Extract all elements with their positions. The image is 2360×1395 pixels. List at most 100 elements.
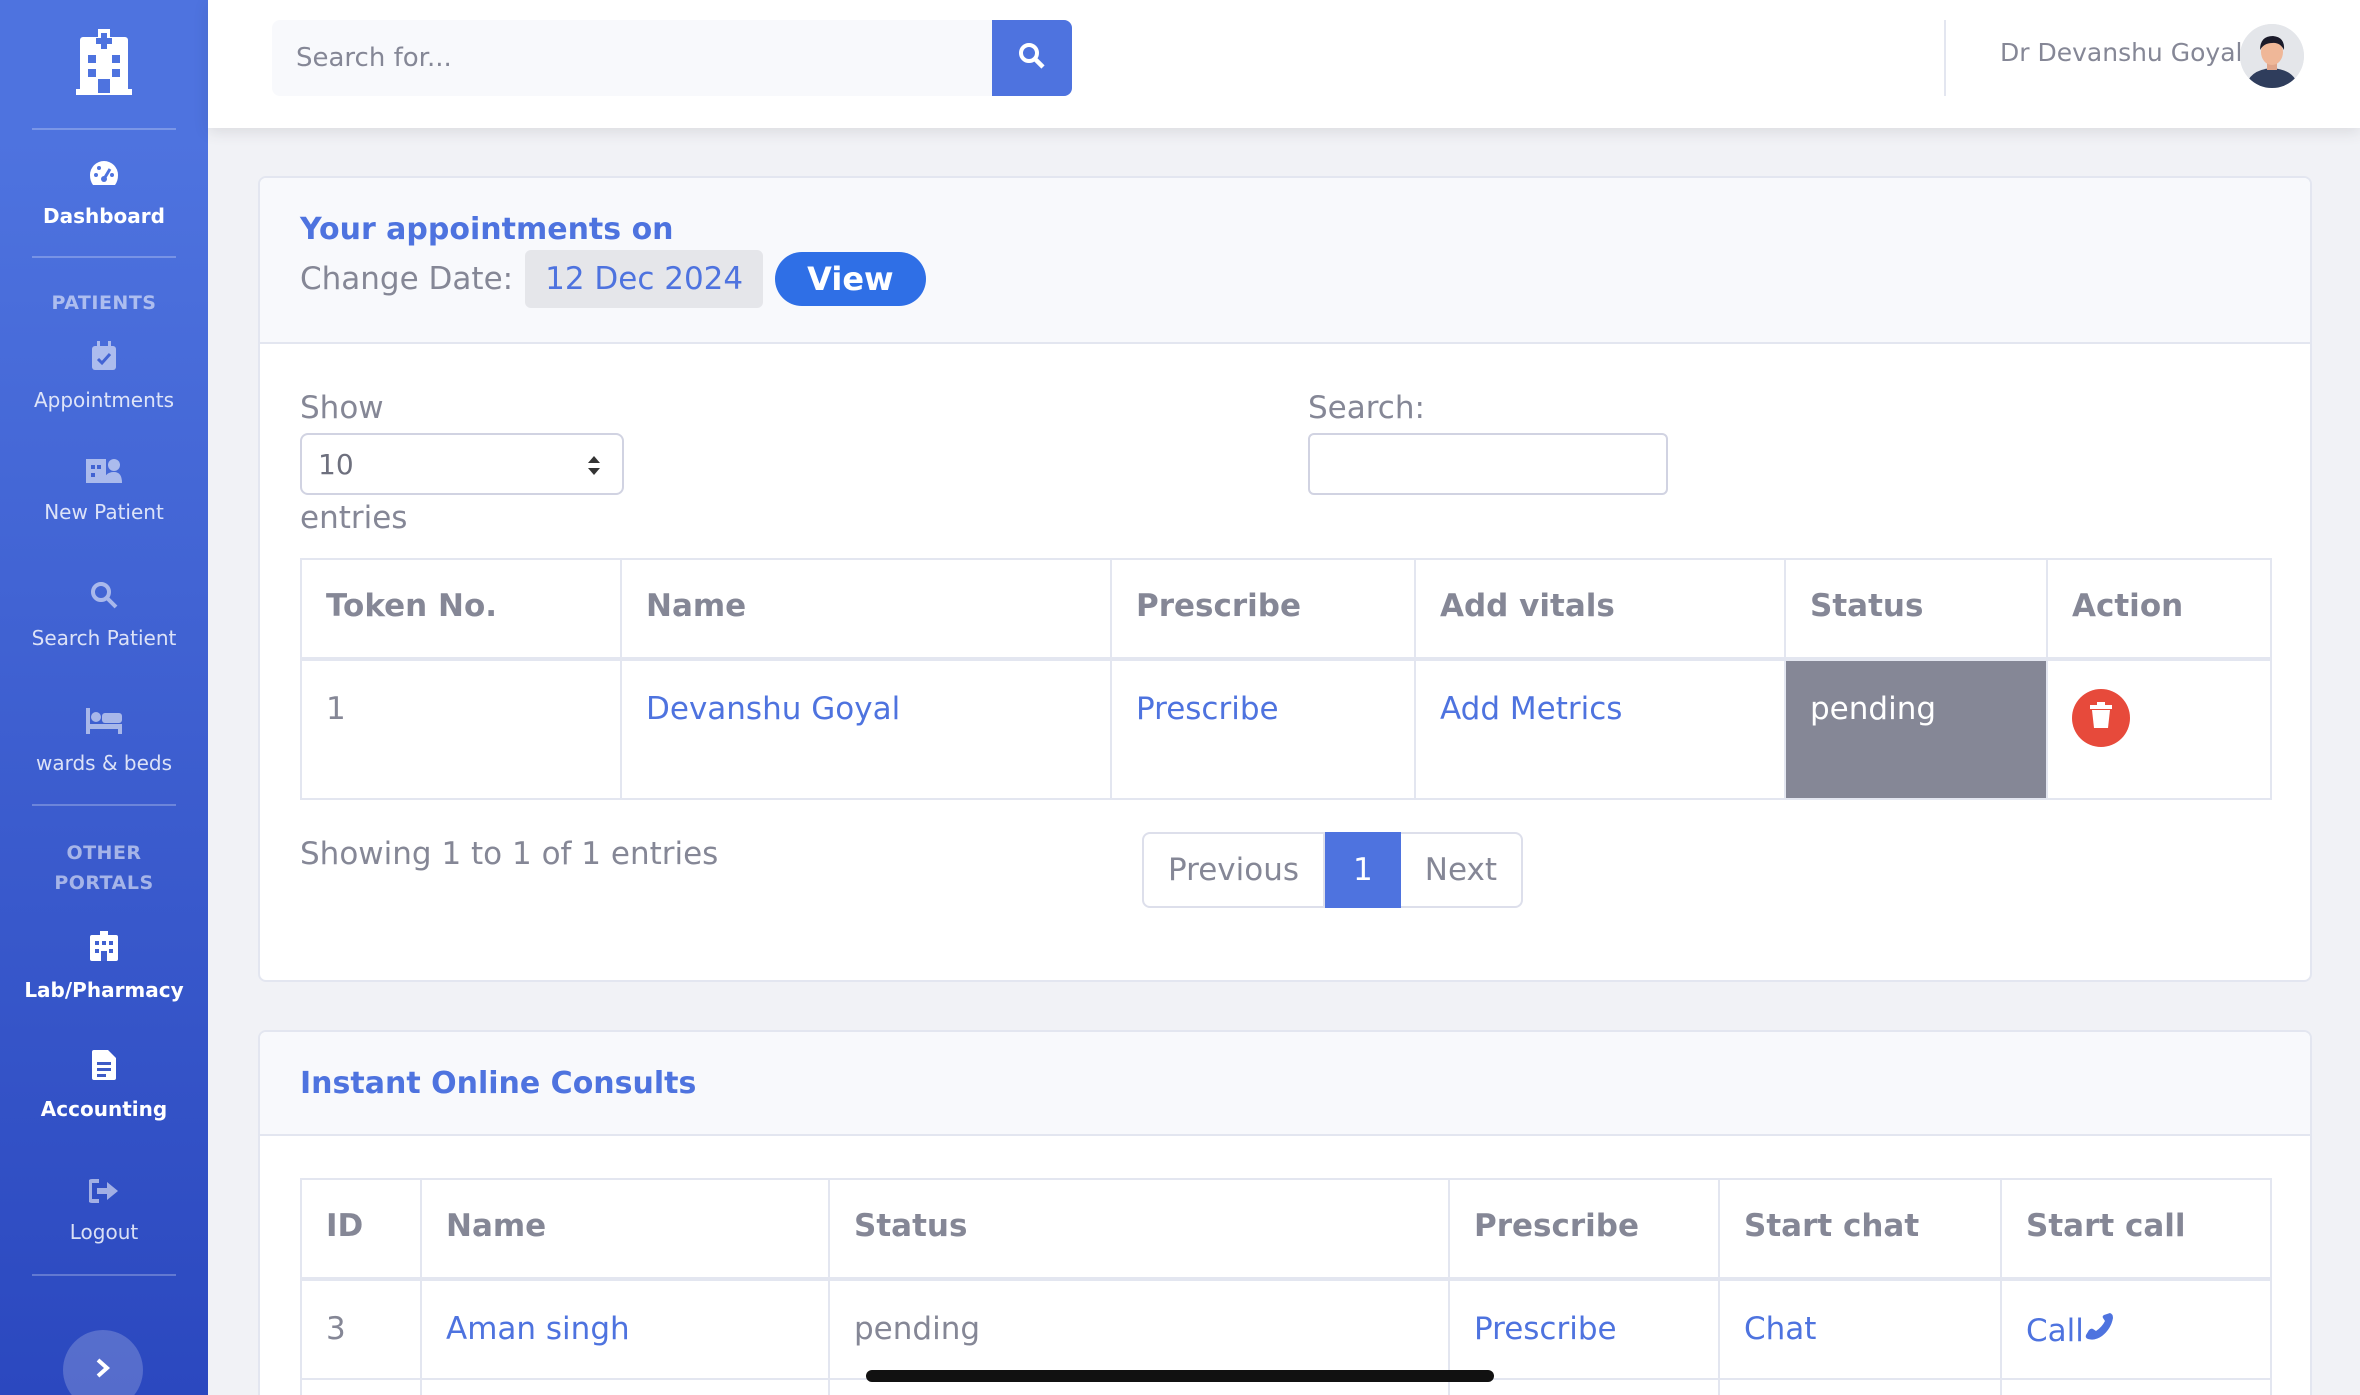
- entries-select-value: 10: [318, 447, 354, 481]
- search-icon: [90, 581, 118, 614]
- table-row: 1 Devanshu Goyal Prescribe Add Metrics p…: [300, 658, 2272, 800]
- instant-consults-header: Instant Online Consults: [260, 1032, 2310, 1136]
- sidebar-item-new-patient[interactable]: New Patient: [0, 426, 208, 552]
- sidebar: Dashboard PATIENTS Appointments New Pati…: [0, 0, 208, 1395]
- entries-label: entries: [300, 500, 408, 536]
- sidebar-item-wards-beds[interactable]: wards & beds: [0, 678, 208, 804]
- sidebar-item-search-patient[interactable]: Search Patient: [0, 552, 208, 678]
- blank-cell: [2000, 1378, 2272, 1395]
- chevron-right-icon: [95, 1357, 111, 1383]
- search-button[interactable]: [992, 20, 1072, 96]
- sidebar-item-label: Lab/Pharmacy: [24, 977, 184, 1002]
- search-icon: [1018, 42, 1046, 74]
- prescribe-link[interactable]: Prescribe: [1110, 658, 1416, 800]
- sidebar-item-logout[interactable]: Logout: [0, 1148, 208, 1274]
- blank-cell: [300, 1378, 422, 1395]
- sidebar-item-label: Dashboard: [43, 203, 165, 228]
- sidebar-item-label: New Patient: [44, 499, 164, 524]
- sidebar-heading-patients: PATIENTS: [51, 292, 157, 314]
- next-page-button[interactable]: Next: [1400, 832, 1523, 908]
- action-cell: [2046, 658, 2272, 800]
- col-id[interactable]: ID: [300, 1178, 422, 1281]
- call-link-cell[interactable]: Call: [2000, 1278, 2272, 1380]
- phone-icon: [2084, 1313, 2114, 1349]
- sidebar-item-label: Search Patient: [31, 625, 177, 650]
- sidebar-item-label: Appointments: [33, 387, 175, 412]
- sidebar-divider: [32, 256, 176, 258]
- blank-cell: [1718, 1378, 2002, 1395]
- previous-page-button[interactable]: Previous: [1142, 832, 1326, 908]
- consults-table: ID Name Status Prescribe Start chat Star…: [300, 1178, 2272, 1395]
- consult-status-cell: pending: [828, 1278, 1450, 1380]
- hospital-icon: [76, 29, 132, 99]
- table-search-input[interactable]: [1308, 433, 1668, 495]
- sidebar-divider: [32, 1274, 176, 1276]
- consult-patient-link[interactable]: Aman singh: [420, 1278, 830, 1380]
- avatar[interactable]: [2240, 24, 2304, 88]
- brand[interactable]: [0, 0, 208, 128]
- sidebar-item-accounting[interactable]: Accounting: [0, 1022, 208, 1148]
- view-button[interactable]: View: [775, 252, 926, 306]
- change-date-row: Change Date: 12 Dec 2024 View: [300, 250, 926, 308]
- instant-consults-card: Instant Online Consults ID Name Status P…: [258, 1030, 2312, 1395]
- topbar-divider: [1944, 20, 1946, 96]
- consult-prescribe-link[interactable]: Prescribe: [1448, 1278, 1720, 1380]
- sidebar-divider: [32, 804, 176, 806]
- table-info: Showing 1 to 1 of 1 entries: [300, 836, 719, 872]
- call-link[interactable]: Call: [2026, 1313, 2084, 1349]
- show-label: Show: [300, 390, 384, 426]
- sidebar-item-lab-pharmacy[interactable]: Lab/Pharmacy: [0, 910, 208, 1022]
- sidebar-item-label: wards & beds: [35, 750, 173, 775]
- col-start-call[interactable]: Start call: [2000, 1178, 2272, 1281]
- chat-link[interactable]: Chat: [1718, 1278, 2002, 1380]
- sidebar-heading-other-portals: OTHER PORTALS: [54, 842, 154, 894]
- search-input[interactable]: [272, 20, 992, 96]
- entries-select[interactable]: 10: [300, 433, 624, 495]
- consult-id-cell: 3: [300, 1278, 422, 1380]
- col-prescribe[interactable]: Prescribe: [1110, 558, 1416, 661]
- blank-cell: [420, 1378, 830, 1395]
- sidebar-item-label: Logout: [69, 1219, 139, 1244]
- col-start-chat[interactable]: Start chat: [1718, 1178, 2002, 1281]
- sidebar-toggle-button[interactable]: [63, 1330, 143, 1395]
- page-1-button[interactable]: 1: [1325, 832, 1401, 908]
- col-token[interactable]: Token No.: [300, 558, 622, 661]
- col-action[interactable]: Action: [2046, 558, 2272, 661]
- appointments-card: Your appointments on Change Date: 12 Dec…: [258, 176, 2312, 982]
- appointments-title: Your appointments on: [300, 212, 674, 247]
- col-prescribe[interactable]: Prescribe: [1448, 1178, 1720, 1281]
- table-search-label: Search:: [1308, 390, 1425, 426]
- col-add-vitals[interactable]: Add vitals: [1414, 558, 1786, 661]
- col-status[interactable]: Status: [1784, 558, 2048, 661]
- date-input[interactable]: 12 Dec 2024: [525, 250, 764, 308]
- file-invoice-icon: [92, 1049, 116, 1085]
- bed-icon: [86, 707, 122, 739]
- sign-out-icon: [88, 1178, 119, 1208]
- calendar-check-icon: [91, 340, 117, 376]
- sidebar-item-appointments[interactable]: Appointments: [0, 326, 208, 426]
- table-header-row: Token No. Name Prescribe Add vitals Stat…: [300, 558, 2272, 661]
- col-status[interactable]: Status: [828, 1178, 1450, 1281]
- add-metrics-link[interactable]: Add Metrics: [1414, 658, 1786, 800]
- patient-name-link[interactable]: Devanshu Goyal: [620, 658, 1112, 800]
- sidebar-item-label: Accounting: [40, 1096, 168, 1121]
- clinic-icon: [88, 930, 120, 966]
- col-name[interactable]: Name: [420, 1178, 830, 1281]
- hospital-user-icon: [86, 455, 122, 488]
- sort-arrows-icon: [586, 453, 602, 486]
- trash-icon: [2090, 700, 2112, 736]
- home-indicator: [866, 1370, 1494, 1382]
- appointments-table: Token No. Name Prescribe Add vitals Stat…: [300, 558, 2272, 800]
- sidebar-item-dashboard[interactable]: Dashboard: [0, 130, 208, 256]
- delete-button[interactable]: [2072, 689, 2130, 747]
- token-cell: 1: [300, 658, 622, 800]
- pagination: Previous 1 Next: [1142, 832, 1523, 908]
- status-badge: pending: [1784, 658, 2048, 800]
- table-header-row: ID Name Status Prescribe Start chat Star…: [300, 1178, 2272, 1281]
- col-name[interactable]: Name: [620, 558, 1112, 661]
- table-row: 3 Aman singh pending Prescribe Chat Call: [300, 1278, 2272, 1380]
- user-name[interactable]: Dr Devanshu Goyal: [2000, 38, 2242, 67]
- change-date-label: Change Date:: [300, 261, 514, 297]
- appointments-card-header: Your appointments on Change Date: 12 Dec…: [260, 178, 2310, 344]
- topbar: Dr Devanshu Goyal: [208, 0, 2360, 128]
